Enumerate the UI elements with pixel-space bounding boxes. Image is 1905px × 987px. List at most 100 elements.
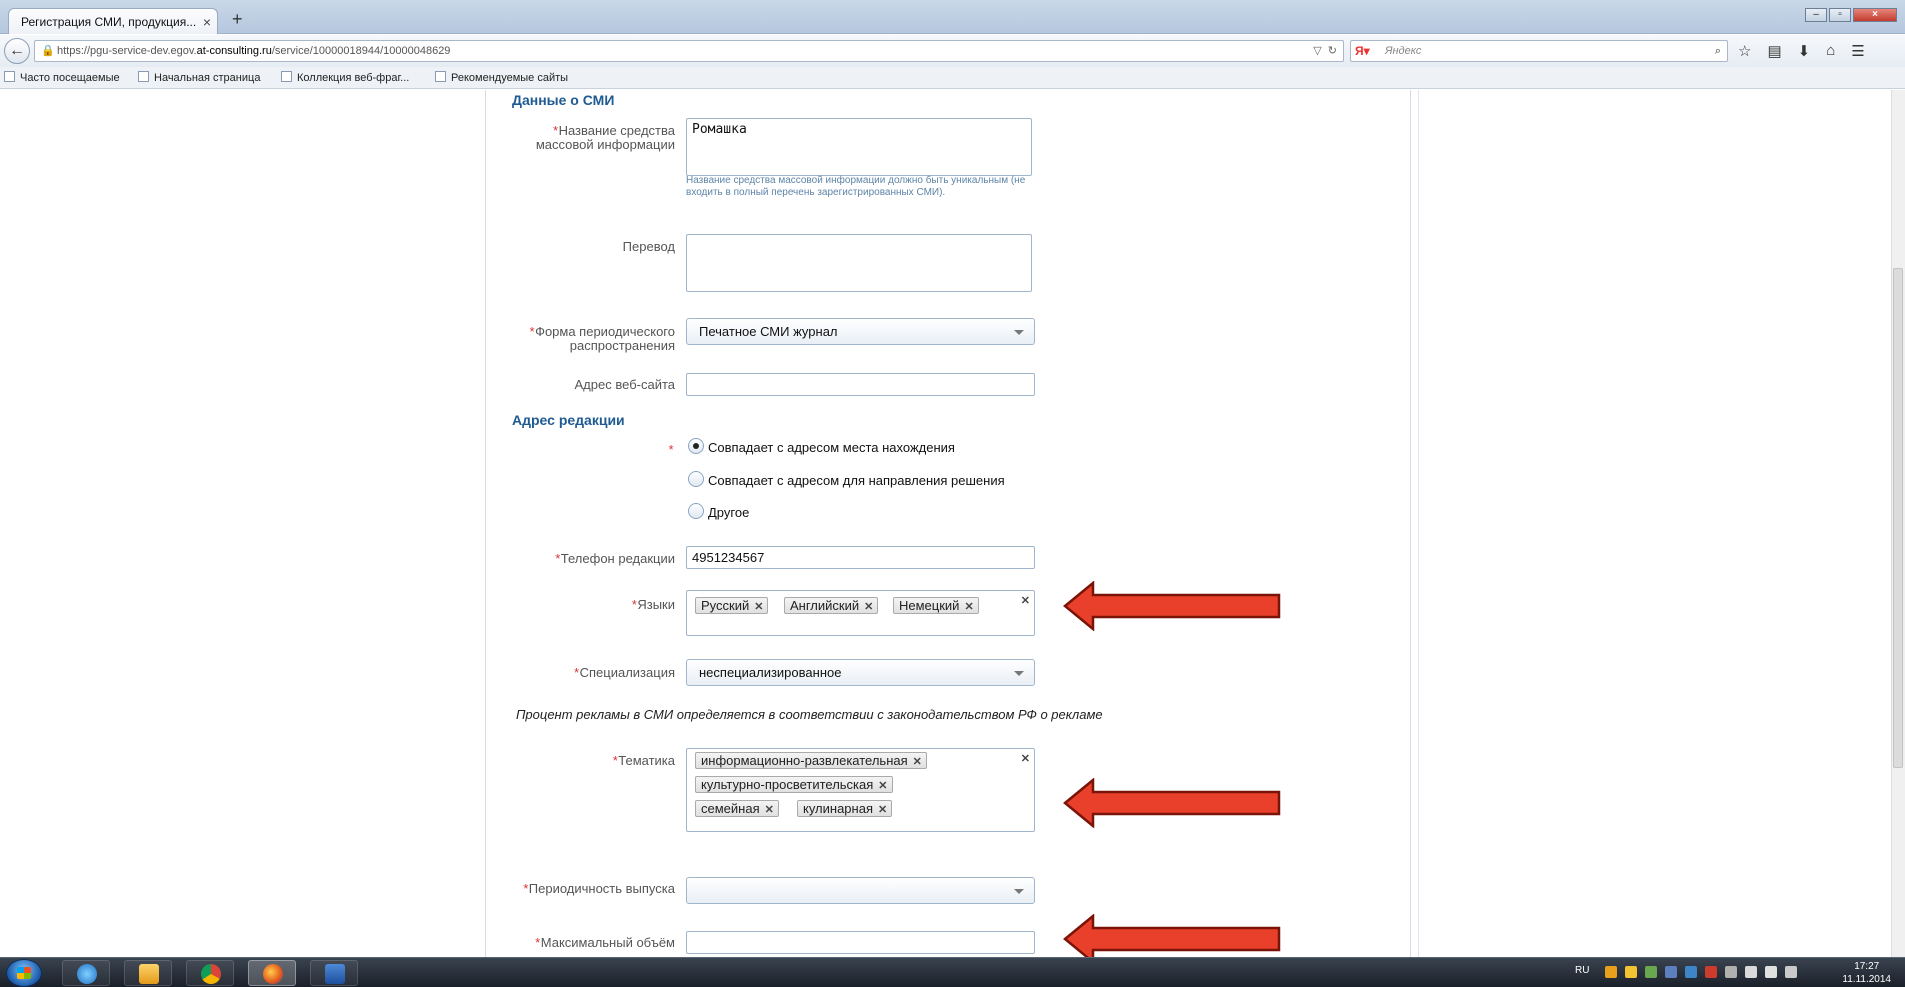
downloads-icon[interactable]: ⬇	[1798, 42, 1811, 60]
required-marker: *	[573, 665, 579, 680]
tray-app-icon[interactable]	[1705, 966, 1717, 978]
tray-app-icon[interactable]	[1665, 966, 1677, 978]
lock-icon: 🔒	[41, 45, 55, 57]
max-volume-input[interactable]	[686, 931, 1035, 954]
clear-all-icon[interactable]: ✕	[1021, 594, 1030, 607]
bookmark-star-icon[interactable]: ☆	[1738, 42, 1751, 60]
bookmark-suggested-sites[interactable]: Рекомендуемые сайты	[435, 67, 568, 89]
address-option-decision[interactable]: Совпадает с адресом для направления реше…	[688, 471, 1005, 489]
flag-icon[interactable]	[1785, 966, 1797, 978]
yandex-icon[interactable]: Я▾	[1355, 43, 1371, 59]
network-icon[interactable]	[1745, 966, 1757, 978]
topics-multiselect[interactable]: информационно-развлекательная ✕ культурно…	[686, 748, 1035, 832]
required-marker: *	[534, 935, 540, 950]
language-tag: Английский ✕	[784, 597, 879, 614]
address-option-other[interactable]: Другое	[688, 503, 749, 521]
window-controls: – ▫ ×	[1805, 8, 1897, 22]
bookmark-web-slices[interactable]: Коллекция веб-фраг...	[281, 67, 409, 89]
back-button[interactable]: ←	[4, 38, 30, 64]
remove-tag-icon[interactable]: ✕	[964, 601, 973, 613]
taskbar-app-ie[interactable]	[62, 960, 110, 986]
specialization-label: *Специализация	[573, 665, 675, 680]
taskbar-app-firefox[interactable]	[248, 960, 296, 986]
firefox-icon	[263, 964, 283, 984]
topic-tag: кулинарная ✕	[797, 800, 893, 817]
chevron-down-icon	[1014, 671, 1024, 676]
page-scrollbar[interactable]	[1891, 90, 1905, 957]
remove-tag-icon[interactable]: ✕	[878, 780, 887, 792]
required-marker: *	[554, 551, 560, 566]
section-title-address: Адрес редакции	[512, 412, 625, 428]
url-actions: ▽ ↻	[1313, 41, 1337, 61]
start-button[interactable]	[6, 959, 42, 987]
specialization-select[interactable]: неспециализированное	[686, 659, 1035, 686]
required-marker: *	[529, 324, 535, 339]
bookmarks-menu-icon[interactable]: ▤	[1767, 42, 1781, 60]
search-bar[interactable]: Я▾ Яндекс ⌕	[1350, 40, 1728, 62]
phone-label: *Телефон редакции	[554, 551, 675, 566]
distribution-form-select[interactable]: Печатное СМИ журнал	[686, 318, 1035, 345]
radio-button[interactable]	[688, 471, 704, 487]
new-tab-button[interactable]: +	[232, 10, 243, 28]
clock-date: 11.11.2014	[1842, 974, 1891, 985]
volume-icon[interactable]	[1765, 966, 1777, 978]
address-bar[interactable]: 🔒 https://pgu-service-dev.egov.at-consul…	[34, 40, 1344, 62]
close-window-button[interactable]: ×	[1853, 8, 1897, 22]
distribution-form-label: *Форма периодического распространения	[529, 324, 675, 353]
website-input[interactable]	[686, 373, 1035, 396]
reload-icon[interactable]: ↻	[1328, 45, 1337, 57]
section-title-media: Данные о СМИ	[512, 92, 615, 108]
bookmark-most-visited[interactable]: Часто посещаемые	[4, 67, 120, 89]
language-indicator[interactable]: RU	[1575, 965, 1589, 976]
tray-app-icon[interactable]	[1605, 966, 1617, 978]
required-marker: *	[522, 881, 528, 896]
scrollbar-thumb[interactable]	[1893, 268, 1903, 768]
remove-tag-icon[interactable]: ✕	[754, 601, 763, 613]
translation-input[interactable]	[686, 234, 1032, 292]
remove-tag-icon[interactable]: ✕	[864, 601, 873, 613]
tray-app-icon[interactable]	[1645, 966, 1657, 978]
home-icon[interactable]: ⌂	[1826, 42, 1835, 60]
taskbar-app-outlook[interactable]	[124, 960, 172, 986]
address-option-location[interactable]: Совпадает с адресом места нахождения	[688, 438, 955, 456]
maximize-button[interactable]: ▫	[1829, 8, 1851, 22]
chrome-icon	[201, 964, 221, 984]
column-divider	[1410, 90, 1411, 957]
remove-tag-icon[interactable]: ✕	[765, 804, 774, 816]
taskbar-app-chrome[interactable]	[186, 960, 234, 986]
outlook-icon	[139, 964, 159, 984]
word-icon	[325, 964, 345, 984]
languages-multiselect[interactable]: Русский ✕ Английский ✕ Немецкий ✕ ✕	[686, 590, 1035, 636]
dropdown-arrow-icon[interactable]: ▽	[1313, 45, 1321, 57]
remove-tag-icon[interactable]: ✕	[913, 756, 922, 768]
media-name-input[interactable]: Ромашка	[686, 118, 1032, 176]
taskbar-app-word[interactable]	[310, 960, 358, 986]
remove-tag-icon[interactable]: ✕	[878, 804, 887, 816]
browser-tab[interactable]: Регистрация СМИ, продукция... ×	[8, 8, 218, 34]
periodicity-select[interactable]	[686, 877, 1035, 904]
max-volume-label: *Максимальный объём	[534, 935, 675, 950]
radio-button[interactable]	[688, 503, 704, 519]
chevron-down-icon	[1014, 889, 1024, 894]
system-clock[interactable]: 17:27 11.11.2014	[1842, 960, 1891, 986]
hamburger-menu-icon[interactable]: ☰	[1851, 42, 1864, 60]
topics-label: *Тематика	[612, 753, 675, 768]
url-host: at-consulting.ru	[196, 45, 272, 57]
search-placeholder: Яндекс	[1385, 45, 1422, 57]
search-icon[interactable]: ⌕	[1715, 41, 1721, 61]
language-tag: Немецкий ✕	[893, 597, 979, 614]
page-icon	[138, 71, 149, 82]
minimize-button[interactable]: –	[1805, 8, 1827, 22]
bookmark-start-page[interactable]: Начальная страница	[138, 67, 260, 89]
phone-input[interactable]	[686, 546, 1035, 569]
page-icon	[281, 71, 292, 82]
tray-app-icon[interactable]	[1685, 966, 1697, 978]
tab-close-icon[interactable]: ×	[203, 14, 211, 30]
radio-button[interactable]	[688, 438, 704, 454]
tray-app-icon[interactable]	[1725, 966, 1737, 978]
internet-explorer-icon	[77, 964, 97, 984]
clear-all-icon[interactable]: ✕	[1021, 752, 1030, 765]
periodicity-label: *Периодичность выпуска	[522, 881, 675, 896]
browser-tab-bar: Регистрация СМИ, продукция... × + – ▫ ×	[0, 0, 1905, 34]
tray-app-icon[interactable]	[1625, 966, 1637, 978]
